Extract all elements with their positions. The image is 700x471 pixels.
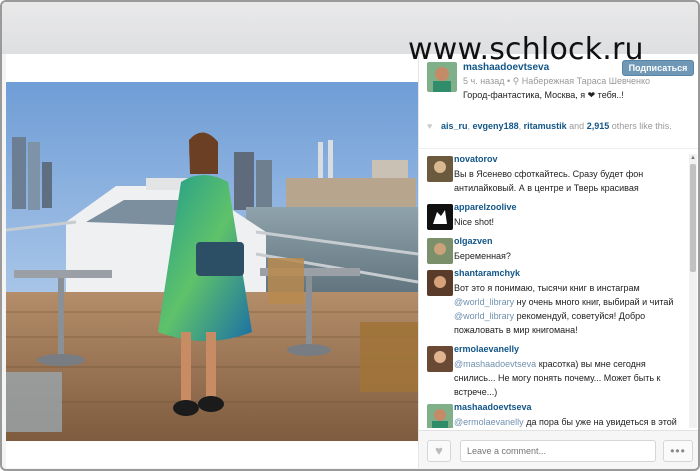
like-user-link[interactable]: ritamustik — [524, 121, 567, 131]
comment-text: Вот это я понимаю, тысячи книг в инстагр… — [454, 281, 686, 337]
scroll-up-arrow-icon[interactable]: ▲ — [689, 154, 697, 162]
comment-text-part: Вот это я понимаю, тысячи книг в инстагр… — [454, 283, 640, 293]
comment-input[interactable] — [460, 440, 656, 462]
commenter-avatar[interactable] — [427, 346, 453, 372]
comment-username[interactable]: mashaadoevtseva — [454, 402, 532, 412]
comment-username[interactable]: olgazven — [454, 236, 493, 246]
comment-username[interactable]: apparelzoolive — [454, 202, 517, 212]
comments-scrollbar[interactable]: ▲ — [689, 154, 697, 428]
likes-line: ♥ ais_ru, evgeny188, ritamustik and 2,915… — [427, 121, 672, 131]
mention-link[interactable]: @mashaadoevtseva — [454, 359, 536, 369]
post-sidebar: mashaadoevtseva Подписаться 5 ч. назад •… — [418, 54, 698, 468]
location-pin-icon: ⚲ — [512, 76, 520, 86]
comments-list[interactable]: novatorov Вы в Ясенево сфоткайтесь. Сраз… — [419, 154, 689, 428]
comment-text: @ermolaevanelly да пора бы уже на увидет… — [454, 415, 686, 428]
commenter-avatar[interactable] — [427, 156, 453, 182]
more-options-button[interactable]: ••• — [663, 440, 693, 462]
mention-link[interactable]: @world_library — [454, 311, 514, 321]
like-user-link[interactable]: evgeny188 — [473, 121, 519, 131]
scrollbar-thumb[interactable] — [690, 164, 696, 272]
comment-footer: ♥ ••• — [419, 430, 698, 468]
comment-text: @mashaadoevtseva красотка) вы мне сегодн… — [454, 357, 686, 399]
post-caption: Город-фантастика, Москва, я ❤ тебя..! — [463, 90, 624, 100]
mention-link[interactable]: @ermolaevanelly — [454, 417, 524, 427]
likes-and: and — [569, 121, 585, 131]
mention-link[interactable]: @world_library — [454, 297, 514, 307]
comment-item: apparelzoolive Nice shot! — [427, 202, 689, 232]
comment-item: shantaramchyk Вот это я понимаю, тысячи … — [427, 268, 689, 344]
commenter-avatar[interactable] — [427, 204, 453, 230]
commenter-avatar[interactable] — [427, 270, 453, 296]
like-heart-button[interactable]: ♥ — [427, 440, 451, 462]
comment-text: Беременная? — [454, 251, 511, 261]
screenshot-frame: mashaadoevtseva Подписаться 5 ч. назад •… — [0, 0, 700, 471]
comment-text: Вы в Ясенево сфоткайтесь. Сразу будет фо… — [454, 169, 644, 193]
comment-item: olgazven Беременная? — [427, 236, 689, 266]
comment-username[interactable]: ermolaevanelly — [454, 344, 519, 354]
comment-item: mashaadoevtseva @ermolaevanelly да пора … — [427, 402, 689, 428]
like-user-link[interactable]: ais_ru — [441, 121, 468, 131]
comment-item: novatorov Вы в Ясенево сфоткайтесь. Сраз… — [427, 154, 689, 198]
post-modal: mashaadoevtseva Подписаться 5 ч. назад •… — [6, 54, 698, 468]
comment-item: ermolaevanelly @mashaadoevtseva красотка… — [427, 344, 689, 402]
post-location[interactable]: Набережная Тараса Шевченко — [522, 76, 650, 86]
photo-image — [6, 82, 418, 441]
watermark-text: www.schlock.ru — [408, 32, 644, 67]
likes-count[interactable]: 2,915 — [587, 121, 610, 131]
comment-text-part: ну очень много книг, выбирай и читай — [516, 297, 674, 307]
post-meta: 5 ч. назад • ⚲ Набережная Тараса Шевченк… — [463, 76, 650, 87]
likes-suffix: others like this. — [611, 121, 672, 131]
heart-icon: ♥ — [427, 121, 433, 131]
comment-text: Nice shot! — [454, 217, 495, 227]
post-time[interactable]: 5 ч. назад — [463, 76, 504, 86]
comment-username[interactable]: novatorov — [454, 154, 498, 164]
commenter-avatar[interactable] — [427, 404, 453, 428]
divider — [419, 148, 698, 149]
commenter-avatar[interactable] — [427, 238, 453, 264]
post-photo[interactable] — [6, 82, 418, 441]
comment-username[interactable]: shantaramchyk — [454, 268, 520, 278]
